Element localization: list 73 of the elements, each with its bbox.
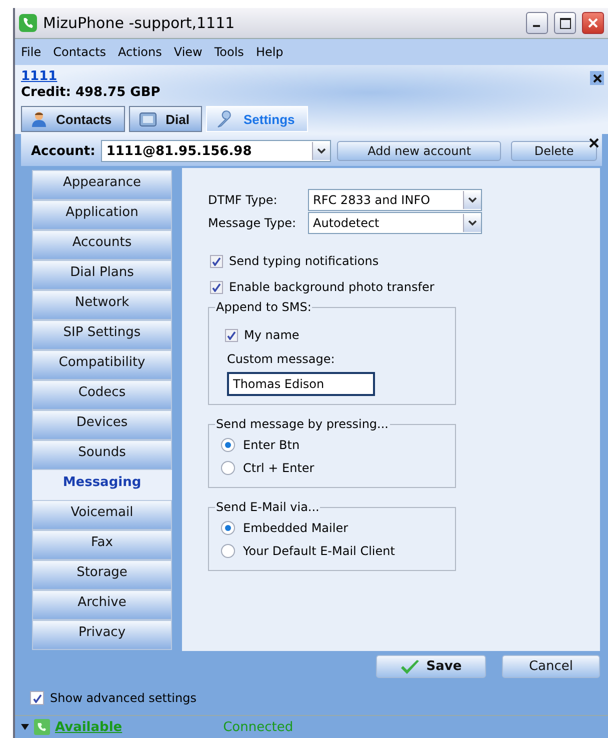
checkbox-label: Enable background photo transfer (229, 280, 434, 294)
radio-button[interactable] (221, 544, 235, 558)
cancel-button[interactable]: Cancel (502, 655, 600, 678)
dropdown[interactable]: Autodetect (308, 212, 482, 234)
checkbox[interactable] (210, 254, 223, 268)
credit-text: Credit: 498.75 GBP (21, 85, 162, 100)
phone-app-icon (34, 719, 50, 735)
close-icon (588, 18, 598, 28)
add-account-button[interactable]: Add new account (337, 141, 502, 161)
sidebar-item[interactable]: Appearance (32, 170, 172, 200)
sidebar-item[interactable]: Voicemail (32, 500, 172, 530)
maximize-button[interactable] (554, 12, 576, 34)
caret-icon[interactable] (21, 724, 29, 730)
sidebar-item[interactable]: SIP Settings (32, 320, 172, 350)
radio-button[interactable] (221, 460, 235, 474)
menu-item[interactable]: Help (256, 45, 284, 59)
group-title: Send E-Mail via... (215, 500, 320, 514)
sidebar-item[interactable]: Storage (32, 560, 172, 590)
save-button[interactable]: Save (376, 655, 486, 678)
sidebar-item[interactable]: Application (32, 200, 172, 230)
phone-app-icon (19, 14, 37, 32)
tab[interactable]: Contacts (21, 106, 125, 132)
field-label: Message Type: (208, 216, 298, 230)
tab[interactable]: Settings (206, 106, 308, 132)
menu-item[interactable]: File (21, 45, 42, 59)
sidebar-item[interactable]: Privacy (32, 620, 172, 650)
checkbox[interactable] (30, 691, 44, 705)
checkbox[interactable] (210, 280, 223, 294)
message-input[interactable]: Thomas Edison (227, 372, 375, 396)
field-label: Custom message: (227, 352, 336, 366)
delete-button[interactable]: Delete (511, 141, 597, 161)
radio-label: Enter Btn (243, 438, 300, 452)
checkbox-label: Show advanced settings (50, 691, 196, 705)
user-link[interactable]: 1111 (21, 69, 58, 84)
person-icon (30, 110, 48, 128)
sidebar-item[interactable]: Devices (32, 410, 172, 440)
checkbox-label: Send typing notifications (229, 254, 379, 268)
radio-button[interactable] (221, 520, 235, 534)
sidebar-item[interactable]: Accounts (32, 230, 172, 260)
close-icon[interactable] (589, 138, 599, 148)
sidebar-item[interactable]: Network (32, 290, 172, 320)
radio-label: Your Default E-Mail Client (243, 544, 395, 558)
sidebar-item[interactable]: Archive (32, 590, 172, 620)
account-label: Account: (31, 144, 96, 158)
close-icon (592, 74, 602, 82)
radio-label: Ctrl + Enter (243, 460, 314, 474)
sidebar-item[interactable]: Dial Plans (32, 260, 172, 290)
menu-item[interactable]: View (174, 45, 202, 59)
group-title: Send message by pressing... (215, 417, 390, 431)
checkbox[interactable] (225, 328, 238, 342)
sidebar-item[interactable]: Messaging (32, 470, 172, 500)
sidebar-item[interactable]: Compatibility (32, 350, 172, 380)
group-title: Append to SMS: (215, 300, 312, 314)
radio-label: Embedded Mailer (243, 520, 348, 534)
sidebar-item[interactable]: Fax (32, 530, 172, 560)
menu-item[interactable]: Actions (118, 45, 162, 59)
minimize-button[interactable] (526, 12, 548, 34)
radio-button[interactable] (221, 438, 235, 452)
account-dropdown[interactable]: 1111@81.95.156.98 (101, 140, 332, 162)
connection-status: Connected (223, 720, 294, 734)
checkbox-label: My name (244, 328, 300, 342)
window-title: MizuPhone -support,1111 (43, 14, 236, 32)
checkmark-icon (400, 658, 420, 674)
dropdown[interactable]: RFC 2833 and INFO (308, 188, 482, 210)
menu-item[interactable]: Tools (214, 45, 244, 59)
sidebar-item[interactable]: Codecs (32, 380, 172, 410)
tab[interactable]: Dial (128, 106, 202, 132)
close-button[interactable] (590, 71, 604, 85)
menu-item[interactable]: Contacts (53, 45, 106, 59)
maximize-icon (560, 18, 570, 28)
close-button[interactable] (582, 12, 604, 34)
field-label: DTMF Type: (208, 192, 278, 206)
sidebar-item[interactable]: Sounds (32, 440, 172, 470)
